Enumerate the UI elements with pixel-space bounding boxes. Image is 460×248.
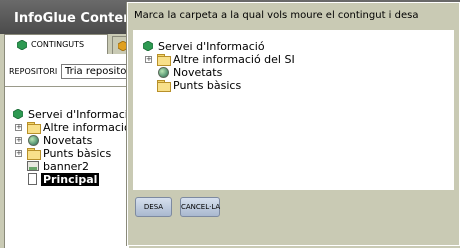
tab-bar: CONTINGUTS: [4, 34, 134, 54]
tree-item-label: Principal: [41, 173, 100, 186]
save-button[interactable]: DESA: [135, 197, 172, 217]
tree-item-label: banner2: [43, 160, 89, 173]
expand-toggle[interactable]: +: [15, 137, 22, 144]
cancel-button[interactable]: CANCEL·LA: [180, 197, 220, 217]
gem-icon: [143, 41, 153, 51]
tree-root-label: Servei d'Informació: [158, 40, 265, 53]
expand-toggle[interactable]: +: [15, 150, 22, 157]
tree-item-label: Punts bàsics: [43, 147, 112, 160]
tab-label: CONTINGUTS: [31, 40, 85, 49]
divider: [5, 86, 129, 87]
tree-item-label: Altre informació del SI: [173, 53, 295, 66]
dialog-message: Marca la carpeta a la qual vols moure el…: [134, 10, 419, 21]
move-content-dialog: Marca la carpeta a la qual vols moure el…: [127, 2, 460, 246]
tree-item-label: Novetats: [173, 66, 223, 79]
tab-continguts[interactable]: CONTINGUTS: [4, 34, 108, 54]
folder-icon: [27, 122, 41, 134]
folder-icon: [157, 80, 171, 92]
expand-toggle[interactable]: +: [15, 124, 22, 131]
gem-icon: [13, 109, 23, 119]
expand-toggle[interactable]: +: [145, 56, 152, 63]
page-icon: [28, 173, 37, 185]
globe-icon: [158, 67, 169, 78]
repository-row: REPOSITORI Tria repositori: [5, 64, 141, 80]
content-tree-panel: REPOSITORI Tria repositori Servei d'Info…: [4, 54, 141, 248]
folder-icon: [157, 54, 171, 66]
tree-item-label: Punts bàsics: [173, 79, 242, 92]
image-icon: [27, 161, 39, 171]
repository-label: REPOSITORI: [9, 67, 58, 76]
tree-root-label: Servei d'Informació: [28, 108, 135, 121]
destination-folder-tree: Servei d'Informació + Altre informació d…: [133, 30, 454, 190]
app-title: InfoGlue Content: [14, 11, 139, 26]
folder-icon: [27, 148, 41, 160]
globe-icon: [28, 135, 39, 146]
gem-icon: [17, 40, 27, 50]
app-window: InfoGlue Content CONTINGUTS REPOSITORI T…: [0, 0, 460, 248]
tree-item-label: Novetats: [43, 134, 93, 147]
